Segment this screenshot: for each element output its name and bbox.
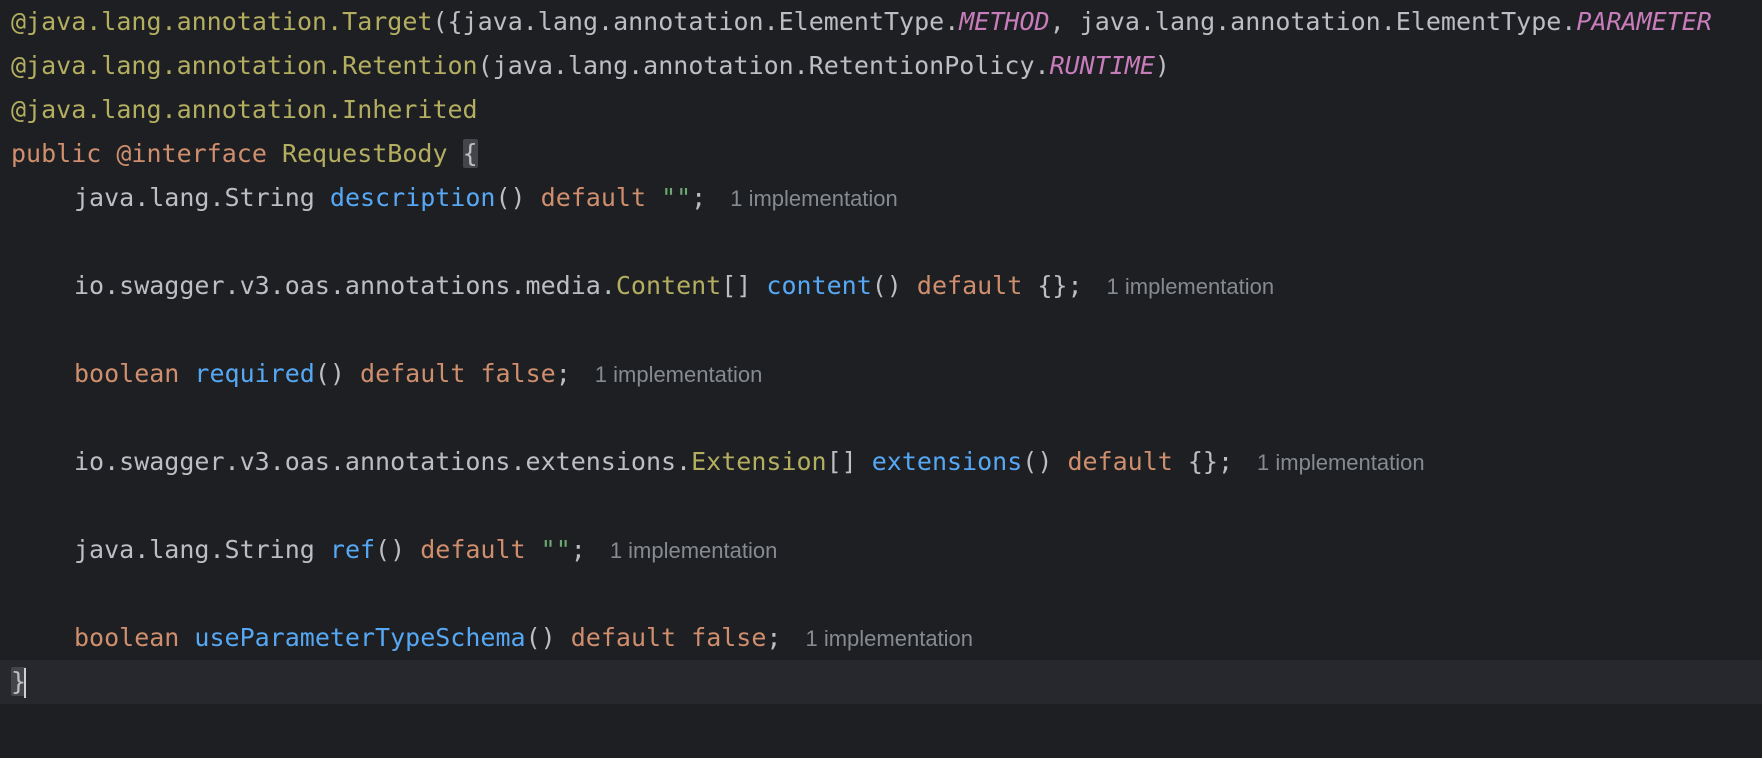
member-name: ref bbox=[329, 535, 376, 564]
opening-brace: { bbox=[462, 139, 478, 168]
member-type-keyword: boolean bbox=[74, 359, 180, 388]
code-line-closing-brace[interactable]: } bbox=[0, 660, 1762, 704]
semicolon: ; bbox=[766, 623, 782, 652]
member-type-keyword: boolean bbox=[74, 623, 180, 652]
semicolon: ; bbox=[1217, 447, 1234, 476]
member-type: java.lang.String bbox=[74, 183, 315, 212]
code-line-member-required[interactable]: boolean required() default false; 1 imple… bbox=[0, 352, 1762, 396]
member-parens: () bbox=[495, 183, 526, 212]
member-name: required bbox=[194, 359, 315, 388]
code-text: , java.lang.annotation.ElementType. bbox=[1049, 7, 1577, 36]
code-line-member-description[interactable]: java.lang.String description() default "… bbox=[0, 176, 1762, 220]
semicolon: ; bbox=[1067, 271, 1083, 300]
keyword-default: default bbox=[570, 623, 677, 652]
keyword-public: public bbox=[11, 139, 102, 168]
member-type: java.lang.String bbox=[74, 535, 315, 564]
keyword-default: default bbox=[540, 183, 646, 212]
keyword-default: default bbox=[1067, 447, 1173, 476]
member-parens: () bbox=[375, 535, 406, 564]
array-brackets: [] bbox=[721, 271, 752, 300]
implementation-hint[interactable]: 1 implementation bbox=[610, 538, 778, 563]
constant-method: METHOD bbox=[959, 7, 1050, 36]
member-type-package: io.swagger.v3.oas.annotations.extensions… bbox=[74, 447, 692, 476]
implementation-hint[interactable]: 1 implementation bbox=[1257, 450, 1425, 475]
code-editor[interactable]: @java.lang.annotation.Target({java.lang.… bbox=[0, 0, 1762, 758]
semicolon: ; bbox=[570, 535, 586, 564]
array-brackets: [] bbox=[826, 447, 857, 476]
member-parens: () bbox=[314, 359, 345, 388]
member-name: content bbox=[766, 271, 872, 300]
constant-parameter: PARAMETER bbox=[1576, 7, 1712, 36]
interface-name: RequestBody bbox=[281, 139, 448, 168]
annotation-package: @java.lang.annotation. bbox=[11, 51, 343, 80]
member-parens: () bbox=[871, 271, 902, 300]
implementation-hint[interactable]: 1 implementation bbox=[805, 626, 973, 651]
default-value: {} bbox=[1187, 447, 1218, 476]
semicolon: ; bbox=[691, 183, 707, 212]
member-name: description bbox=[329, 183, 496, 212]
member-type-package: io.swagger.v3.oas.annotations.media. bbox=[74, 271, 616, 300]
annotation-package: @java.lang.annotation. bbox=[11, 7, 343, 36]
default-value: "" bbox=[540, 535, 571, 564]
annotation-inherited: Inherited bbox=[342, 95, 478, 124]
implementation-hint[interactable]: 1 implementation bbox=[595, 362, 763, 387]
semicolon: ; bbox=[555, 359, 571, 388]
member-parens: () bbox=[525, 623, 556, 652]
code-line-member-use-parameter-type-schema[interactable]: boolean useParameterTypeSchema() default… bbox=[0, 616, 1762, 660]
code-text: (java.lang.annotation.RetentionPolicy. bbox=[477, 51, 1050, 80]
default-value: "" bbox=[661, 183, 692, 212]
member-name: extensions bbox=[871, 447, 1023, 476]
implementation-hint[interactable]: 1 implementation bbox=[730, 186, 898, 211]
keyword-default: default bbox=[916, 271, 1023, 300]
code-text: ) bbox=[1154, 51, 1170, 80]
code-line-target-annotation[interactable]: @java.lang.annotation.Target({java.lang.… bbox=[0, 0, 1762, 44]
member-name: useParameterTypeSchema bbox=[194, 623, 526, 652]
keyword-default: default bbox=[360, 359, 466, 388]
default-value: false bbox=[691, 623, 767, 652]
keyword-default: default bbox=[420, 535, 526, 564]
member-type-class: Extension bbox=[691, 447, 827, 476]
keyword-interface: @interface bbox=[116, 139, 267, 168]
annotation-package: @java.lang.annotation. bbox=[11, 95, 343, 124]
code-line-retention-annotation[interactable]: @java.lang.annotation.Retention(java.lan… bbox=[0, 44, 1762, 88]
code-line-inherited-annotation[interactable]: @java.lang.annotation.Inherited bbox=[0, 88, 1762, 132]
default-value: false bbox=[480, 359, 556, 388]
member-type-class: Content bbox=[615, 271, 722, 300]
implementation-hint[interactable]: 1 implementation bbox=[1107, 274, 1275, 299]
default-value: {} bbox=[1037, 271, 1068, 300]
annotation-retention: Retention bbox=[342, 51, 478, 80]
annotation-target: Target bbox=[342, 7, 433, 36]
code-line-member-ref[interactable]: java.lang.String ref() default ""; 1 impl… bbox=[0, 528, 1762, 572]
text-caret bbox=[24, 668, 27, 698]
code-text: ({java.lang.annotation.ElementType. bbox=[432, 7, 960, 36]
constant-runtime: RUNTIME bbox=[1049, 51, 1155, 80]
code-line-interface-declaration[interactable]: public @interface RequestBody { bbox=[0, 132, 1762, 176]
code-line-member-content[interactable]: io.swagger.v3.oas.annotations.media.Cont… bbox=[0, 264, 1762, 308]
member-parens: () bbox=[1022, 447, 1053, 476]
code-line-member-extensions[interactable]: io.swagger.v3.oas.annotations.extensions… bbox=[0, 440, 1762, 484]
